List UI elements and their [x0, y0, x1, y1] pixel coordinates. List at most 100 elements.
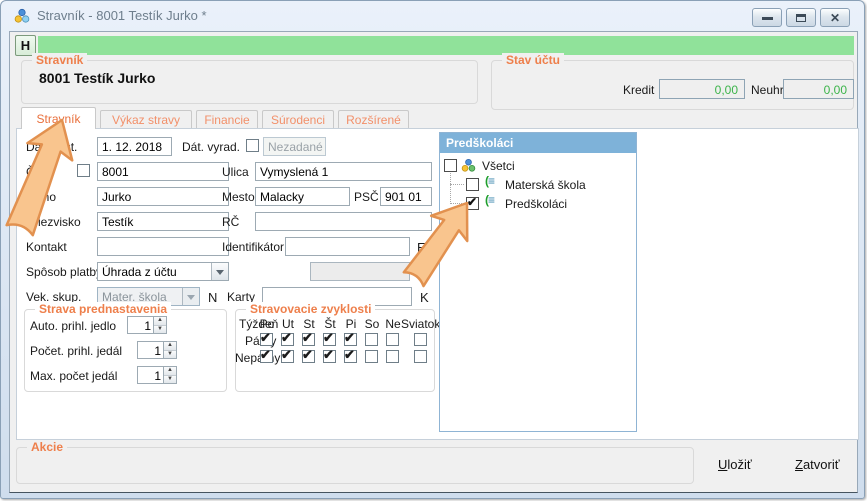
category-list-icon: (≡	[485, 193, 494, 207]
neparny-label: Nepárny	[235, 351, 280, 365]
minimize-icon	[762, 17, 773, 20]
parny-st-checkbox[interactable]	[302, 333, 315, 346]
auto-prihl-jedlo-value: 1	[128, 319, 151, 333]
chevron-down-icon[interactable]	[211, 263, 228, 280]
vsetci-checkbox[interactable]	[444, 159, 457, 172]
tree-item-predskolaci[interactable]: (≡ Predškoláci	[440, 195, 638, 211]
neparny-ne-checkbox[interactable]	[386, 350, 399, 363]
kontakt-field[interactable]	[97, 237, 229, 256]
close-form-button[interactable]: Zatvoriť	[795, 457, 840, 472]
sposob-platby-select[interactable]: Úhrada z účtu	[97, 262, 229, 281]
cislo-label: Číslo	[26, 165, 53, 179]
person-name: 8001 Testík Jurko	[39, 70, 155, 86]
stepper-up-icon[interactable]: ▲	[154, 317, 166, 325]
parny-stv-checkbox[interactable]	[323, 333, 336, 346]
stepper-down-icon[interactable]: ▼	[164, 350, 176, 359]
neparny-ut-checkbox[interactable]	[281, 350, 294, 363]
tab-stravnik[interactable]: Stravník	[21, 107, 96, 129]
parny-so-checkbox[interactable]	[365, 333, 378, 346]
vek-skup-suffix: N	[208, 290, 217, 305]
status-green-bar	[38, 36, 854, 55]
minimize-button[interactable]	[752, 8, 782, 27]
app-icon	[14, 8, 30, 24]
neparny-sviatok-checkbox[interactable]	[414, 350, 427, 363]
identifikator-suffix: E	[417, 240, 426, 255]
neparny-pi-checkbox[interactable]	[344, 350, 357, 363]
platba-extra-field	[310, 262, 410, 281]
stav-uctu-group-label: Stav účtu	[502, 53, 564, 67]
titlebar[interactable]: Stravník - 8001 Testík Jurko * ✕	[1, 1, 864, 31]
akcie-groupbox: Akcie	[16, 447, 694, 484]
meno-field[interactable]: Jurko	[97, 187, 229, 206]
screenshot-stage: Stravník - 8001 Testík Jurko * ✕ H Strav…	[0, 0, 867, 501]
max-pocet-jedal-stepper[interactable]: 1 ▲▼	[137, 366, 177, 384]
karty-suffix: K	[420, 290, 429, 305]
neparny-stv-checkbox[interactable]	[323, 350, 336, 363]
stepper-down-icon[interactable]: ▼	[154, 325, 166, 334]
stravovacie-zvyklosti-label: Stravovacie zvyklosti	[246, 302, 375, 316]
parny-ne-checkbox[interactable]	[386, 333, 399, 346]
psc-label: PSČ	[354, 190, 379, 204]
close-button[interactable]: ✕	[820, 8, 850, 27]
mesto-field[interactable]: Malacky	[255, 187, 350, 206]
strava-prednastavenia-label: Strava prednastavenia	[35, 302, 171, 316]
meno-label: Meno	[26, 190, 56, 204]
priezvisko-label: Priezvisko	[26, 215, 81, 229]
akcie-group-label: Akcie	[27, 440, 67, 454]
materska-skola-checkbox[interactable]	[466, 178, 479, 191]
sposob-platby-label: Spôsob platby	[26, 265, 102, 279]
neparny-so-checkbox[interactable]	[365, 350, 378, 363]
tree-item-materska-skola[interactable]: (≡ Materská škola	[440, 176, 638, 192]
dat-vyrad-field: Nezadané	[263, 137, 326, 156]
save-button[interactable]: Uložiť	[718, 457, 752, 472]
day-header-po: Po	[256, 317, 278, 331]
identifikator-field[interactable]	[285, 237, 410, 256]
kontakt-label: Kontakt	[26, 240, 67, 254]
window-client: H Stravník 8001 Testík Jurko Stav účtu K…	[9, 31, 858, 493]
dat-nastupu-field[interactable]: 1. 12. 2018	[97, 137, 172, 156]
mesto-label: Mesto	[222, 190, 255, 204]
neparny-po-checkbox[interactable]	[260, 350, 273, 363]
groups-panel-title: Predškoláci	[440, 133, 636, 153]
tab-financie[interactable]: Financie	[196, 110, 258, 128]
stepper-up-icon[interactable]: ▲	[164, 342, 176, 350]
sviatok-header: Sviatok	[401, 317, 440, 331]
parny-po-checkbox[interactable]	[260, 333, 273, 346]
kredit-value-field: 0,00	[659, 79, 745, 99]
stepper-down-icon[interactable]: ▼	[164, 375, 176, 384]
dat-vyrad-checkbox[interactable]	[246, 139, 259, 152]
predskolaci-checkbox[interactable]	[466, 197, 479, 210]
tab-rozsirene[interactable]: Rozšírené	[338, 110, 409, 128]
parny-pi-checkbox[interactable]	[344, 333, 357, 346]
auto-prihl-jedlo-stepper[interactable]: 1 ▲▼	[127, 316, 167, 334]
pocet-prihl-jedal-stepper[interactable]: 1 ▲▼	[137, 341, 177, 359]
psc-field[interactable]: 901 01	[380, 187, 432, 206]
day-header-pi: Pi	[340, 317, 362, 331]
tab-surodenci[interactable]: Súrodenci	[262, 110, 334, 128]
parny-ut-checkbox[interactable]	[281, 333, 294, 346]
maximize-button[interactable]	[786, 8, 816, 27]
max-pocet-jedal-value: 1	[138, 369, 161, 383]
category-list-icon: (≡	[485, 174, 494, 188]
tab-vykaz-stravy[interactable]: Výkaz stravy	[100, 110, 192, 128]
close-icon: ✕	[830, 13, 840, 23]
stepper-up-icon[interactable]: ▲	[164, 367, 176, 375]
tree-item-label: Všetci	[482, 159, 515, 173]
tab-content: Dát. nást. 1. 12. 2018 Dát. vyrad. Nezad…	[16, 128, 859, 440]
tree-item-vsetci[interactable]: Všetci	[440, 157, 638, 173]
neparny-st-checkbox[interactable]	[302, 350, 315, 363]
parny-sviatok-checkbox[interactable]	[414, 333, 427, 346]
pocet-prihl-jedal-label: Počet. prihl. jedál	[30, 344, 122, 358]
cislo-field[interactable]: 8001	[97, 162, 229, 181]
cislo-checkbox[interactable]	[77, 164, 90, 177]
groups-panel: Predškoláci Všetci (≡ Materská	[439, 132, 637, 432]
neuhr-label: Neuhr.	[751, 83, 786, 97]
tree-item-label: Predškoláci	[505, 197, 567, 211]
day-header-stv: Št	[319, 317, 341, 331]
auto-prihl-jedlo-label: Auto. prihl. jedlo	[30, 319, 116, 333]
ulica-field[interactable]: Vymyslená 1	[255, 162, 432, 181]
priezvisko-field[interactable]: Testík	[97, 212, 229, 231]
day-header-so: So	[361, 317, 383, 331]
sposob-platby-value: Úhrada z účtu	[102, 265, 177, 279]
rc-field[interactable]	[255, 212, 432, 231]
